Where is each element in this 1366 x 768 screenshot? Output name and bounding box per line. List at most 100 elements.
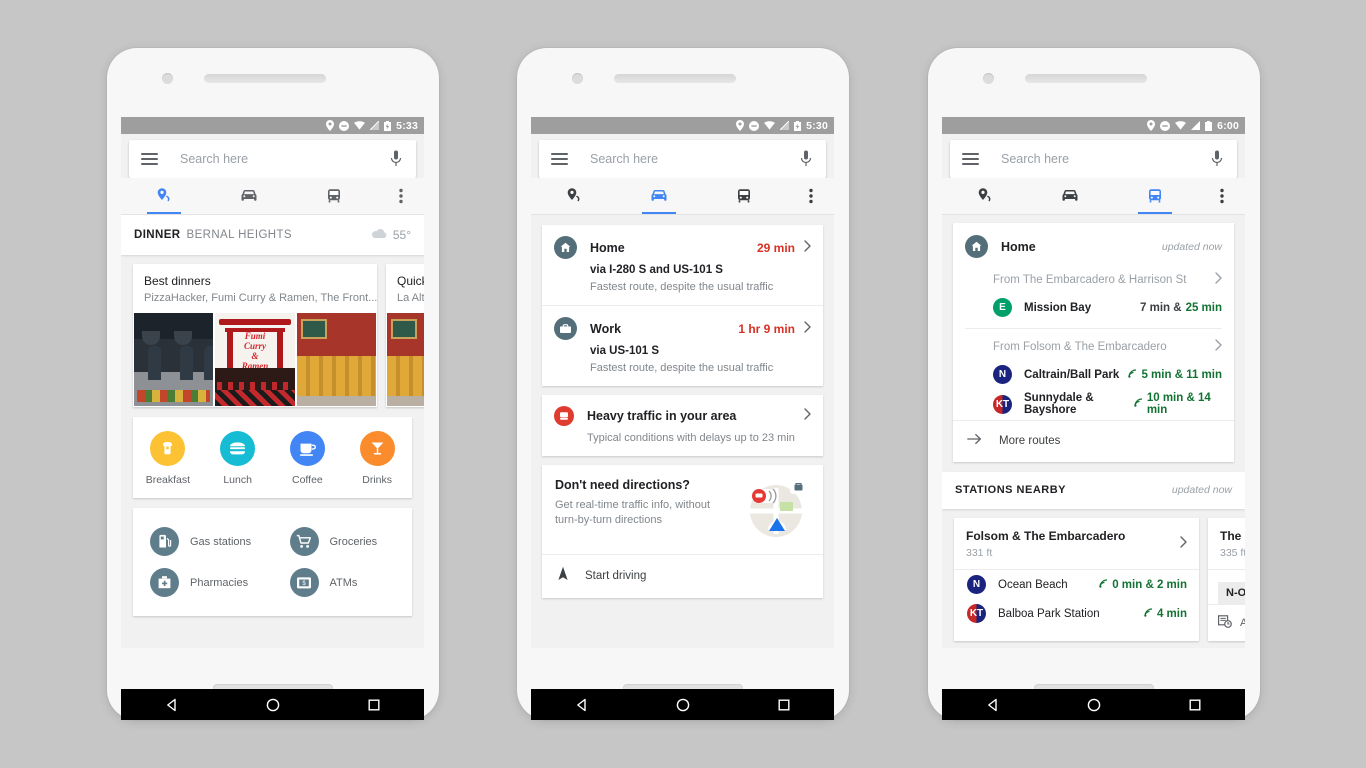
place-card[interactable]: Best dinners PizzaHacker, Fumi Curry & R… bbox=[133, 264, 377, 407]
chevron-right-icon[interactable] bbox=[804, 239, 811, 257]
route-row-home[interactable]: Home 29 min via I-280 S and US-101 S Fas… bbox=[542, 225, 823, 305]
search-input[interactable]: Search here bbox=[1001, 152, 1211, 166]
tab-overflow[interactable] bbox=[377, 178, 424, 214]
tab-transit[interactable] bbox=[292, 178, 377, 214]
transit-group-from[interactable]: From The Embarcadero & Harrison St bbox=[953, 265, 1234, 294]
place-cards-carousel[interactable]: Best dinners PizzaHacker, Fumi Curry & R… bbox=[133, 264, 424, 407]
station-line-row[interactable]: KT Balboa Park Station 4 min bbox=[954, 599, 1199, 628]
chevron-right-icon[interactable] bbox=[804, 320, 811, 338]
home-circle-icon[interactable] bbox=[265, 697, 281, 713]
line-destination: Mission Bay bbox=[1024, 301, 1092, 314]
station-name: Folsom & The Embarcadero bbox=[966, 529, 1126, 543]
tab-overflow[interactable] bbox=[787, 178, 834, 214]
microphone-icon[interactable] bbox=[390, 150, 404, 168]
location-icon bbox=[1147, 120, 1156, 131]
station-footer[interactable]: A bbox=[1208, 604, 1245, 641]
route-header: Home 29 min bbox=[554, 236, 811, 259]
place-photos: Fumi Curry & Ramen bbox=[133, 313, 377, 407]
station-card[interactable]: Folsom & The Embarcadero 331 ft N Ocean … bbox=[954, 518, 1199, 641]
service-pharmacies[interactable]: Pharmacies bbox=[133, 568, 273, 597]
more-routes-button[interactable]: More routes bbox=[953, 420, 1234, 462]
hamburger-icon[interactable] bbox=[141, 153, 158, 165]
recents-square-icon[interactable] bbox=[366, 697, 382, 713]
back-triangle-icon[interactable] bbox=[574, 697, 590, 713]
battery-icon bbox=[794, 120, 802, 131]
recents-square-icon[interactable] bbox=[1187, 697, 1203, 713]
services-card: Gas stations Groceries Pharmacies $ ATMs bbox=[133, 508, 412, 616]
home-circle-icon[interactable] bbox=[675, 697, 691, 713]
category-coffee[interactable]: Coffee bbox=[273, 431, 343, 486]
search-input[interactable]: Search here bbox=[180, 152, 390, 166]
traffic-jam-icon bbox=[554, 406, 574, 426]
start-driving-button[interactable]: Start driving bbox=[542, 555, 823, 598]
tab-transit[interactable] bbox=[1113, 178, 1198, 214]
search-bar[interactable]: Search here bbox=[950, 140, 1237, 178]
microphone-icon[interactable] bbox=[1211, 150, 1225, 168]
service-atms[interactable]: $ ATMs bbox=[273, 568, 413, 597]
transit-line-row[interactable]: KT Sunnydale & Bayshore 10 min & 14 min bbox=[953, 388, 1234, 420]
search-input[interactable]: Search here bbox=[590, 152, 800, 166]
category-breakfast[interactable]: Breakfast bbox=[133, 431, 203, 486]
home-circle-icon[interactable] bbox=[1086, 697, 1102, 713]
back-triangle-icon[interactable] bbox=[164, 697, 180, 713]
place-card[interactable]: Quick b La Alte bbox=[386, 264, 424, 407]
chevron-right-icon[interactable] bbox=[1215, 271, 1222, 289]
fumi-curry-ramen-sign-photo: Fumi Curry & Ramen bbox=[215, 313, 295, 406]
tab-explore[interactable] bbox=[531, 178, 616, 214]
station-line-row[interactable]: N Ocean Beach 0 min & 2 min bbox=[954, 570, 1199, 599]
weather-widget: 55° bbox=[371, 228, 411, 242]
bus-icon bbox=[326, 188, 342, 204]
stations-carousel[interactable]: Folsom & The Embarcadero 331 ft N Ocean … bbox=[954, 518, 1245, 641]
chevron-right-icon[interactable] bbox=[1215, 338, 1222, 356]
from-stop-label: From The Embarcadero & Harrison St bbox=[993, 274, 1187, 286]
tab-explore[interactable] bbox=[942, 178, 1027, 214]
patio-seating-photo bbox=[296, 313, 376, 406]
traffic-alert-title: Heavy traffic in your area bbox=[587, 409, 737, 423]
transit-home-title: Home bbox=[1001, 239, 1036, 254]
departure-time-live: 10 min & 14 min bbox=[1146, 392, 1211, 416]
arrow-right-icon bbox=[967, 432, 982, 450]
tab-overflow[interactable] bbox=[1198, 178, 1245, 214]
microphone-icon[interactable] bbox=[800, 150, 814, 168]
category-label: Breakfast bbox=[145, 474, 191, 486]
tab-explore[interactable] bbox=[121, 178, 206, 214]
explore-content: DINNER BERNAL HEIGHTS 55° Best dinners P… bbox=[121, 215, 424, 648]
category-lunch[interactable]: Lunch bbox=[203, 431, 273, 486]
station-footer-label: A bbox=[1240, 617, 1245, 629]
promo-text: Don't need directions? Get real-time tra… bbox=[555, 478, 738, 528]
category-drinks[interactable]: Drinks bbox=[342, 431, 412, 486]
car-icon bbox=[240, 189, 258, 203]
phone-device-explore: 5:33 Search here DINNER BERNAL HEIGHTS 5… bbox=[107, 48, 439, 720]
line-destination: Sunnydale & Bayshore bbox=[1024, 392, 1094, 416]
search-bar[interactable]: Search here bbox=[129, 140, 416, 178]
search-container: Search here bbox=[942, 134, 1245, 178]
route-name: Home bbox=[590, 240, 625, 255]
station-card[interactable]: The Em 335 ft N-OV A bbox=[1208, 518, 1245, 641]
explore-pin-icon bbox=[155, 187, 173, 205]
tab-driving[interactable] bbox=[616, 178, 701, 214]
shopping-cart-icon bbox=[289, 527, 319, 556]
tab-driving[interactable] bbox=[1027, 178, 1112, 214]
transit-group-from[interactable]: From Folsom & The Embarcadero bbox=[953, 332, 1234, 361]
earpiece-speaker bbox=[1025, 74, 1147, 83]
tab-transit[interactable] bbox=[702, 178, 787, 214]
transit-line-row[interactable]: N Caltrain/Ball Park 5 min & 11 min bbox=[953, 361, 1234, 388]
hamburger-icon[interactable] bbox=[551, 153, 568, 165]
chevron-right-icon[interactable] bbox=[804, 407, 811, 425]
place-card-subtitle: PizzaHacker, Fumi Curry & Ramen, The Fro… bbox=[144, 292, 377, 304]
cloud-icon bbox=[371, 228, 388, 242]
tab-driving[interactable] bbox=[206, 178, 291, 214]
hamburger-icon[interactable] bbox=[962, 153, 979, 165]
route-row-work[interactable]: Work 1 hr 9 min via US-101 S Fastest rou… bbox=[542, 305, 823, 386]
transit-line-row[interactable]: E Mission Bay 7 min & 25 min bbox=[953, 294, 1234, 321]
transit-home-card: Home updated now From The Embarcadero & … bbox=[953, 223, 1234, 462]
service-gas-stations[interactable]: Gas stations bbox=[133, 527, 273, 556]
search-bar[interactable]: Search here bbox=[539, 140, 826, 178]
service-label: Gas stations bbox=[190, 535, 252, 548]
back-triangle-icon[interactable] bbox=[985, 697, 1001, 713]
service-groceries[interactable]: Groceries bbox=[273, 527, 413, 556]
traffic-alert-card[interactable]: Heavy traffic in your area Typical condi… bbox=[542, 395, 823, 456]
recents-square-icon[interactable] bbox=[776, 697, 792, 713]
place-card-subtitle: La Alte bbox=[397, 292, 424, 304]
chevron-right-icon[interactable] bbox=[1180, 535, 1187, 553]
